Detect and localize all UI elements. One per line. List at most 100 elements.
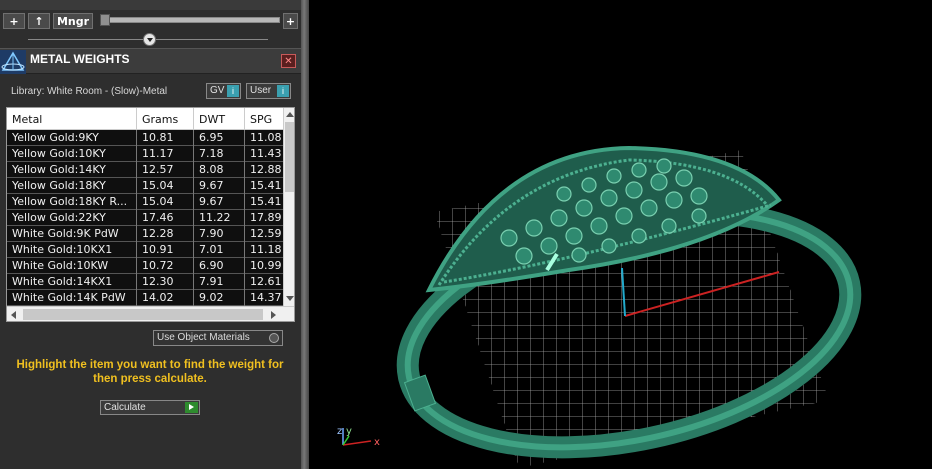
calculate-button[interactable]: Calculate	[100, 400, 200, 415]
axis-y-label: y	[346, 426, 352, 437]
cell-metal: Yellow Gold:18KY	[12, 179, 106, 192]
gv-toggle-label: GV	[210, 85, 225, 96]
column-header-grams[interactable]: Grams	[142, 113, 178, 126]
instruction-text: Highlight the item you want to find the …	[16, 359, 284, 385]
cell-dwt: 7.18	[199, 147, 224, 160]
cell-spg: 12.61	[250, 275, 282, 288]
cell-spg: 11.08	[250, 131, 282, 144]
column-header-dwt[interactable]: DWT	[199, 113, 225, 126]
cell-metal: Yellow Gold:14KY	[12, 163, 106, 176]
pyramid-logo-icon	[0, 50, 26, 74]
panel-splitter[interactable]	[301, 0, 309, 469]
cell-metal: White Gold:10KX1	[12, 243, 113, 256]
panel-header: METAL WEIGHTS ✕	[0, 48, 301, 74]
slider-thumb[interactable]	[100, 14, 110, 26]
cell-grams: 15.04	[142, 195, 174, 208]
cell-spg: 15.41	[250, 179, 282, 192]
table-row[interactable]: Yellow Gold:9KY 10.81 6.95 11.08	[7, 130, 283, 146]
radio-icon[interactable]	[269, 333, 279, 343]
use-object-materials-option[interactable]: Use Object Materials	[153, 330, 283, 346]
metal-weights-table: Metal Grams DWT SPG Yellow Gold:9KY 10.81…	[6, 107, 295, 322]
use-object-materials-label: Use Object Materials	[157, 332, 250, 343]
table-row[interactable]: White Gold:9K PdW 12.28 7.90 12.59	[7, 226, 283, 242]
scroll-left-icon[interactable]	[11, 311, 16, 319]
table-row[interactable]: Yellow Gold:22KY 17.46 11.22 17.89	[7, 210, 283, 226]
cell-spg: 10.99	[250, 259, 282, 272]
cell-grams: 10.72	[142, 259, 174, 272]
manager-button[interactable]: Mngr	[53, 13, 93, 29]
top-toolbar-strip	[0, 0, 301, 10]
cell-grams: 15.04	[142, 179, 174, 192]
table-row[interactable]: Yellow Gold:18KY 15.04 9.67 15.41	[7, 178, 283, 194]
horizontal-scroll-thumb[interactable]	[23, 309, 263, 320]
cell-dwt: 7.91	[199, 275, 224, 288]
cell-metal: Yellow Gold:18KY R...	[12, 195, 128, 208]
scroll-up-icon[interactable]	[286, 112, 294, 117]
cell-metal: Yellow Gold:10KY	[12, 147, 106, 160]
scroll-right-icon[interactable]	[271, 311, 276, 319]
table-row[interactable]: Yellow Gold:18KY R... 15.04 9.67 15.41	[7, 194, 283, 210]
cell-dwt: 7.90	[199, 227, 224, 240]
table-row[interactable]: Yellow Gold:10KY 11.17 7.18 11.43	[7, 146, 283, 162]
cell-spg: 17.89	[250, 211, 282, 224]
cell-grams: 11.17	[142, 147, 174, 160]
cell-grams: 12.30	[142, 275, 174, 288]
cell-dwt: 6.95	[199, 131, 224, 144]
info-icon: i	[227, 85, 239, 97]
3d-viewport[interactable]: z y x	[309, 0, 932, 469]
cell-metal: White Gold:9K PdW	[12, 227, 119, 240]
cell-grams: 12.28	[142, 227, 174, 240]
cell-grams: 14.02	[142, 291, 174, 304]
cell-spg: 11.18	[250, 243, 282, 256]
cell-spg: 11.43	[250, 147, 282, 160]
vertical-scrollbar[interactable]	[283, 108, 294, 306]
cell-metal: Yellow Gold:22KY	[12, 211, 106, 224]
table-body: Yellow Gold:9KY 10.81 6.95 11.08 Yellow Gold…	[7, 130, 283, 306]
table-row[interactable]: Yellow Gold:14KY 12.57 8.08 12.88	[7, 162, 283, 178]
move-up-button[interactable]: ↑	[28, 13, 50, 29]
cell-dwt: 9.02	[199, 291, 224, 304]
cell-metal: White Gold:14K PdW	[12, 291, 126, 304]
table-row[interactable]: White Gold:14K PdW 14.02 9.02 14.37	[7, 290, 283, 306]
slider-track[interactable]	[100, 17, 280, 23]
hinge-icon	[403, 374, 437, 412]
axis-z-label: z	[337, 426, 342, 437]
info-icon: i	[277, 85, 289, 97]
play-icon[interactable]	[185, 402, 198, 413]
cell-dwt: 9.67	[199, 195, 224, 208]
calculate-label: Calculate	[104, 402, 146, 413]
collapse-icon[interactable]	[143, 33, 156, 46]
add-button[interactable]: +	[3, 13, 25, 29]
cell-spg: 14.37	[250, 291, 282, 304]
user-toggle[interactable]: User i	[246, 83, 291, 99]
cell-metal: White Gold:14KX1	[12, 275, 113, 288]
vertical-scroll-thumb[interactable]	[285, 122, 294, 192]
scroll-down-icon[interactable]	[286, 296, 294, 301]
table-row[interactable]: White Gold:10KX1 10.91 7.01 11.18	[7, 242, 283, 258]
cell-dwt: 9.67	[199, 179, 224, 192]
cell-spg: 12.59	[250, 227, 282, 240]
cell-dwt: 11.22	[199, 211, 231, 224]
panel-title: METAL WEIGHTS	[30, 52, 130, 66]
slider-plus-button[interactable]: +	[283, 13, 298, 29]
cell-grams: 10.81	[142, 131, 174, 144]
axis-gizmo-icon: z y x	[337, 426, 380, 448]
cell-metal: Yellow Gold:9KY	[12, 131, 99, 144]
gv-toggle[interactable]: GV i	[206, 83, 241, 99]
cell-dwt: 7.01	[199, 243, 224, 256]
column-header-spg[interactable]: SPG	[250, 113, 272, 126]
close-button[interactable]: ✕	[281, 54, 296, 68]
table-row[interactable]: White Gold:10KW 10.72 6.90 10.99	[7, 258, 283, 274]
viewport-scene: z y x	[337, 145, 862, 468]
table-row[interactable]: White Gold:14KX1 12.30 7.91 12.61	[7, 274, 283, 290]
column-header-metal[interactable]: Metal	[12, 113, 42, 126]
user-toggle-label: User	[250, 85, 272, 96]
table-header: Metal Grams DWT SPG	[7, 108, 283, 130]
cell-metal: White Gold:10KW	[12, 259, 109, 272]
horizontal-scrollbar[interactable]	[7, 306, 294, 321]
axis-x-label: x	[374, 437, 380, 448]
cell-dwt: 8.08	[199, 163, 224, 176]
cell-spg: 12.88	[250, 163, 282, 176]
cell-spg: 15.41	[250, 195, 282, 208]
cell-grams: 12.57	[142, 163, 174, 176]
